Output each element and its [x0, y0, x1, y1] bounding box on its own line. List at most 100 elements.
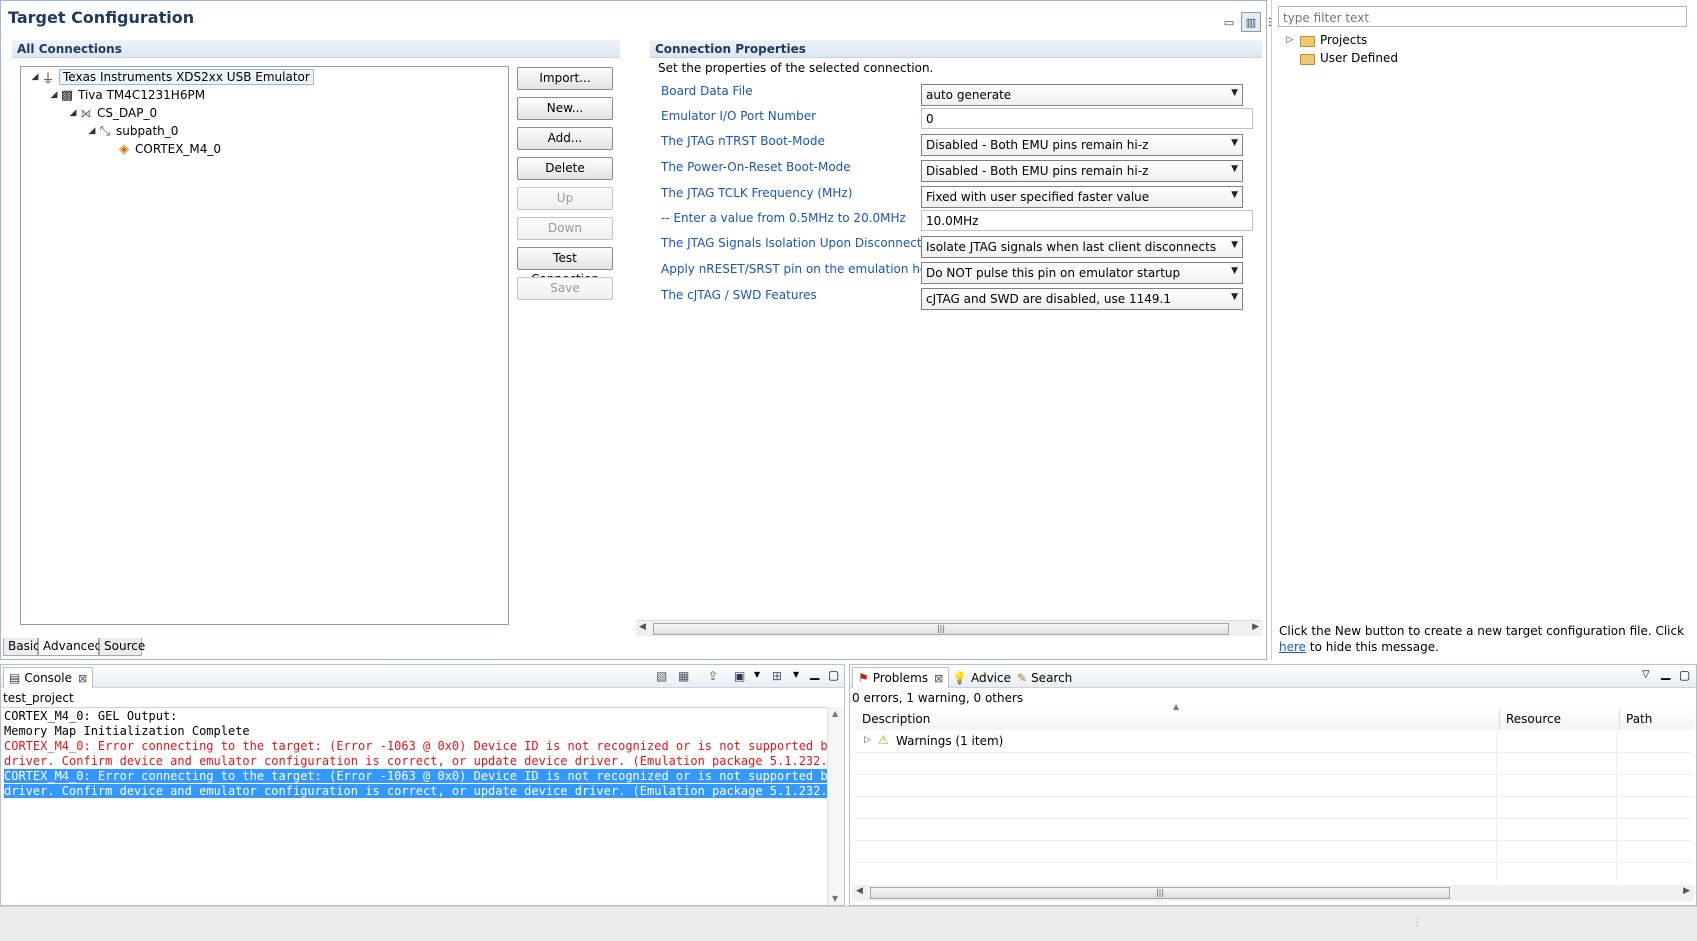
column-description[interactable]: Description [856, 708, 1500, 730]
scroll-thumb[interactable]: ||| [870, 887, 1450, 899]
property-label: The JTAG nTRST Boot-Mode [661, 134, 825, 148]
close-icon[interactable]: ⊠ [934, 672, 943, 685]
connection-properties-header: Connection Properties [650, 40, 1262, 58]
chevron-down-icon[interactable]: ▼ [1231, 266, 1238, 276]
warnings-group-label: Warnings (1 item) [896, 734, 1004, 748]
import-button[interactable]: Import... [517, 67, 613, 90]
chevron-down-icon[interactable]: ▼ [1231, 88, 1238, 98]
down-button[interactable]: Down [517, 217, 613, 240]
console-vertical-scrollbar[interactable]: ▲ ▼ [827, 707, 844, 905]
status-divider: ⋮ [1412, 915, 1423, 928]
property-combo[interactable]: cJTAG and SWD are disabled, use 1149.1 ▼ [921, 288, 1243, 310]
minimize-icon[interactable]: ▁ [810, 666, 819, 680]
chevron-down-icon[interactable]: ▼ [793, 670, 799, 679]
tab-search[interactable]: ✎ Search [1012, 667, 1077, 688]
tree-item[interactable]: ◢ ⏚ Texas Instruments XDS2xx USB Emulator [30, 68, 314, 87]
clear-console-icon[interactable]: ▧ [656, 669, 667, 683]
scroll-right-icon[interactable]: ▶ [1252, 622, 1259, 632]
table-row [854, 775, 1692, 797]
column-path[interactable]: Path [1620, 708, 1694, 730]
display-console-icon[interactable]: ▣ [734, 669, 745, 683]
console-output[interactable]: CORTEX_M4_0: GEL Output: Memory Map Initi… [1, 707, 843, 905]
maximize-icon[interactable]: ▢ [828, 668, 839, 682]
chevron-down-icon[interactable]: ▼ [1231, 292, 1238, 302]
collapse-twisty-icon[interactable]: ◢ [87, 126, 97, 136]
new-button[interactable]: New... [517, 97, 613, 120]
tree-item-projects[interactable]: ▷ Projects [1285, 31, 1368, 49]
property-combo[interactable]: Do NOT pulse this pin on emulator startu… [921, 262, 1243, 284]
close-icon[interactable]: ⊠ [78, 672, 87, 685]
property-label: Apply nRESET/SRST pin on the emulation h… [661, 262, 955, 276]
connections-tree[interactable] [20, 66, 509, 625]
property-combo[interactable]: Fixed with user specified faster value ▼ [921, 186, 1243, 208]
property-text-field[interactable]: 10.0MHz [921, 210, 1253, 231]
tree-item-user-defined[interactable]: User Defined [1300, 49, 1398, 67]
tab-advice[interactable]: 💡 Advice [947, 667, 1016, 688]
tab-advanced[interactable]: Advanced [38, 638, 102, 656]
connection-properties-description: Set the properties of the selected conne… [658, 61, 934, 75]
scroll-up-icon[interactable]: ▲ [832, 709, 838, 718]
tab-source[interactable]: Source [99, 638, 145, 656]
dap-icon: ⟗ [80, 105, 92, 121]
filter-input[interactable] [1278, 6, 1687, 27]
tree-item[interactable]: ◢ ⟗ CS_DAP_0 [68, 104, 158, 122]
property-combo[interactable]: auto generate ▼ [921, 84, 1243, 106]
property-combo[interactable]: Disabled - Both EMU pins remain hi-z ▼ [921, 134, 1243, 156]
cpu-icon: ◈ [119, 141, 129, 157]
tab-label: Problems [872, 671, 929, 685]
tab-console[interactable]: ▤ Console ⊠ [3, 667, 94, 688]
tab-problems[interactable]: ⚑ Problems ⊠ [852, 667, 950, 688]
tree-item[interactable]: ◢ ⤡ subpath_0 [87, 122, 179, 140]
collapse-twisty-icon[interactable]: ◢ [30, 72, 40, 82]
minimize-icon[interactable]: ▁ [1661, 666, 1670, 680]
hide-hint-link[interactable]: here [1279, 640, 1306, 654]
up-button[interactable]: Up [517, 187, 613, 210]
chevron-down-icon[interactable]: ▼ [1231, 190, 1238, 200]
console-header: ▤ Console ⊠ ▧ ▦ ⇪ ▣ ▼ ⊞ ▼ ▁ ▢ [1, 665, 844, 688]
chevron-down-icon[interactable]: ▼ [1231, 240, 1238, 250]
column-divider [1616, 731, 1617, 881]
split-view-icon[interactable]: ▥ [1241, 12, 1261, 32]
scroll-right-icon[interactable]: ▶ [1683, 886, 1690, 896]
folder-icon [1300, 35, 1315, 47]
problems-horizontal-scrollbar[interactable]: ◀ ||| ▶ [852, 885, 1694, 901]
save-button[interactable]: Save [517, 277, 613, 300]
chevron-down-icon[interactable]: ▼ [1231, 164, 1238, 174]
add-button[interactable]: Add... [517, 127, 613, 150]
property-label: The cJTAG / SWD Features [661, 288, 817, 302]
property-label: The JTAG TCLK Frequency (MHz) [661, 186, 853, 200]
console-view: ▤ Console ⊠ ▧ ▦ ⇪ ▣ ▼ ⊞ ▼ ▁ ▢ test_proje… [0, 664, 845, 906]
target-configurations-view [1271, 0, 1697, 660]
scroll-thumb[interactable]: ||| [653, 623, 1229, 635]
collapse-twisty-icon[interactable]: ◢ [49, 90, 59, 100]
chevron-down-icon[interactable]: ▼ [754, 670, 760, 679]
test-connection-button[interactable]: Test Connection [517, 247, 613, 286]
combo-value: auto generate [926, 88, 1012, 102]
tree-item[interactable]: ◢ ▩ Tiva TM4C1231H6PM [49, 86, 206, 104]
scroll-left-icon[interactable]: ◀ [856, 886, 863, 896]
maximize-icon[interactable]: ▢ [1679, 668, 1690, 682]
properties-horizontal-scrollbar[interactable]: ◀ ||| ▶ [636, 620, 1262, 636]
problems-view: ⚑ Problems ⊠ 💡 Advice ✎ Search ▽ ▁ ▢ 0 e… [849, 664, 1697, 906]
open-console-icon[interactable]: ⊞ [772, 669, 782, 683]
property-combo[interactable]: Disabled - Both EMU pins remain hi-z ▼ [921, 160, 1243, 182]
collapse-icon[interactable]: ▭ [1219, 12, 1239, 32]
tab-label: Search [1031, 670, 1073, 685]
table-row [854, 841, 1692, 863]
table-row[interactable]: ▷ ⚠ Warnings (1 item) [854, 731, 1692, 753]
view-menu-icon[interactable]: ▽ [1642, 669, 1650, 680]
delete-button[interactable]: Delete [517, 157, 613, 180]
tree-item[interactable]: ◈ CORTEX_M4_0 [106, 140, 221, 158]
column-resource[interactable]: Resource [1500, 708, 1620, 730]
property-combo[interactable]: Isolate JTAG signals when last client di… [921, 236, 1243, 258]
tab-basic[interactable]: Basic [3, 638, 40, 656]
scroll-left-icon[interactable]: ◀ [639, 622, 646, 632]
scroll-down-icon[interactable]: ▼ [832, 894, 838, 903]
scroll-lock-icon[interactable]: ▦ [678, 669, 689, 683]
chevron-down-icon[interactable]: ▼ [1231, 138, 1238, 148]
expand-icon[interactable]: ▷ [1285, 35, 1295, 45]
collapse-twisty-icon[interactable]: ◢ [68, 108, 78, 118]
pin-console-icon[interactable]: ⇪ [708, 669, 718, 683]
expand-icon[interactable]: ▷ [864, 735, 871, 745]
property-text-field[interactable]: 0 [921, 108, 1253, 129]
